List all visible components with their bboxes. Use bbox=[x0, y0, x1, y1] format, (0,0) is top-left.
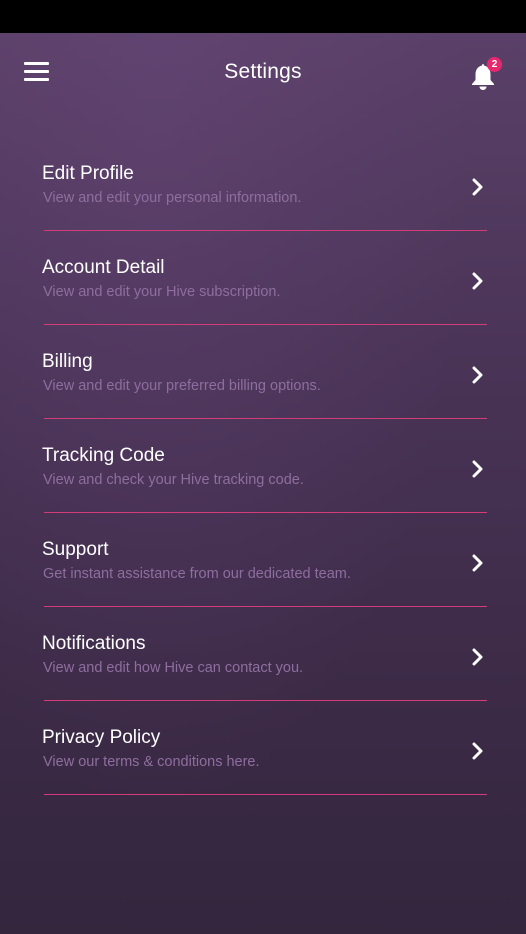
page-title: Settings bbox=[224, 60, 302, 83]
item-title: Tracking Code bbox=[42, 445, 165, 466]
settings-item-notifications[interactable]: Notifications View and edit how Hive can… bbox=[0, 613, 526, 707]
chevron-right-icon bbox=[472, 366, 483, 384]
item-title: Account Detail bbox=[42, 257, 165, 278]
item-title: Support bbox=[42, 539, 109, 560]
divider bbox=[44, 700, 487, 701]
chevron-right-icon bbox=[472, 648, 483, 666]
settings-item-tracking-code[interactable]: Tracking Code View and check your Hive t… bbox=[0, 425, 526, 519]
divider bbox=[44, 324, 487, 325]
status-bar bbox=[0, 0, 526, 33]
divider bbox=[44, 794, 487, 795]
chevron-right-icon bbox=[472, 742, 483, 760]
settings-screen: Settings 2 Edit Profile View and edit yo… bbox=[0, 33, 526, 934]
divider bbox=[44, 418, 487, 419]
item-subtitle: View and edit your Hive subscription. bbox=[43, 284, 281, 300]
item-subtitle: View our terms & conditions here. bbox=[43, 754, 260, 770]
chevron-right-icon bbox=[472, 178, 483, 196]
item-title: Privacy Policy bbox=[42, 727, 161, 748]
item-subtitle: View and edit how Hive can contact you. bbox=[43, 660, 304, 676]
divider bbox=[44, 230, 487, 231]
item-subtitle: View and edit your personal information. bbox=[43, 190, 302, 206]
item-subtitle: View and edit your preferred billing opt… bbox=[43, 378, 321, 394]
divider bbox=[44, 512, 487, 513]
settings-item-account-detail[interactable]: Account Detail View and edit your Hive s… bbox=[0, 237, 526, 331]
settings-item-edit-profile[interactable]: Edit Profile View and edit your personal… bbox=[0, 143, 526, 237]
item-title: Billing bbox=[42, 351, 93, 372]
item-subtitle: Get instant assistance from our dedicate… bbox=[43, 566, 351, 582]
chevron-right-icon bbox=[472, 460, 483, 478]
notification-badge: 2 bbox=[487, 57, 502, 72]
settings-list: Edit Profile View and edit your personal… bbox=[0, 143, 526, 801]
settings-item-billing[interactable]: Billing View and edit your preferred bil… bbox=[0, 331, 526, 425]
header: Settings 2 bbox=[0, 33, 526, 113]
item-title: Notifications bbox=[42, 633, 146, 654]
settings-item-support[interactable]: Support Get instant assistance from our … bbox=[0, 519, 526, 613]
divider bbox=[44, 606, 487, 607]
item-title: Edit Profile bbox=[42, 163, 134, 184]
settings-item-privacy-policy[interactable]: Privacy Policy View our terms & conditio… bbox=[0, 707, 526, 801]
chevron-right-icon bbox=[472, 272, 483, 290]
chevron-right-icon bbox=[472, 554, 483, 572]
item-subtitle: View and check your Hive tracking code. bbox=[43, 472, 304, 488]
notifications-button[interactable]: 2 bbox=[468, 57, 506, 91]
